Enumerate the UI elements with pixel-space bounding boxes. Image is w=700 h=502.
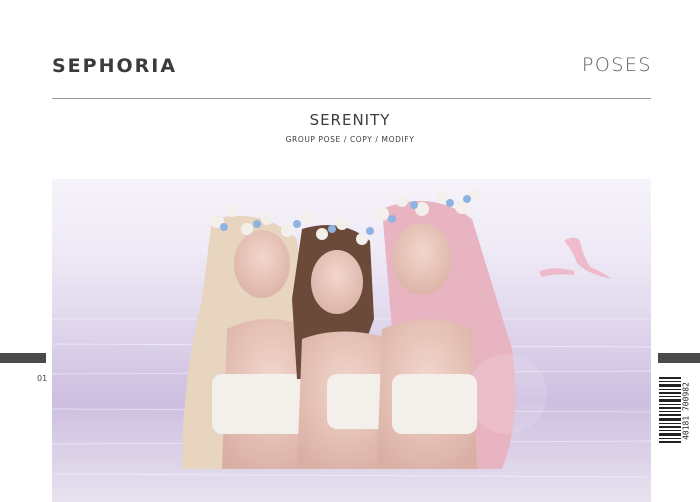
left-edge-bar xyxy=(0,353,46,363)
product-title: SERENITY xyxy=(309,111,391,129)
lens-flare xyxy=(467,354,547,434)
section-title: POSES xyxy=(581,54,652,76)
page-number: 01 xyxy=(37,374,48,383)
brand-logo: SEPHORIA xyxy=(52,55,178,77)
product-photo xyxy=(52,179,651,502)
header-divider xyxy=(52,98,651,99)
barcode-number: 40181 700982 xyxy=(681,382,691,440)
flamingo xyxy=(539,237,612,279)
right-edge-bar xyxy=(658,353,700,363)
photo-illustration xyxy=(52,189,651,502)
product-subtitle: GROUP POSE / COPY / MODIFY xyxy=(285,135,415,144)
